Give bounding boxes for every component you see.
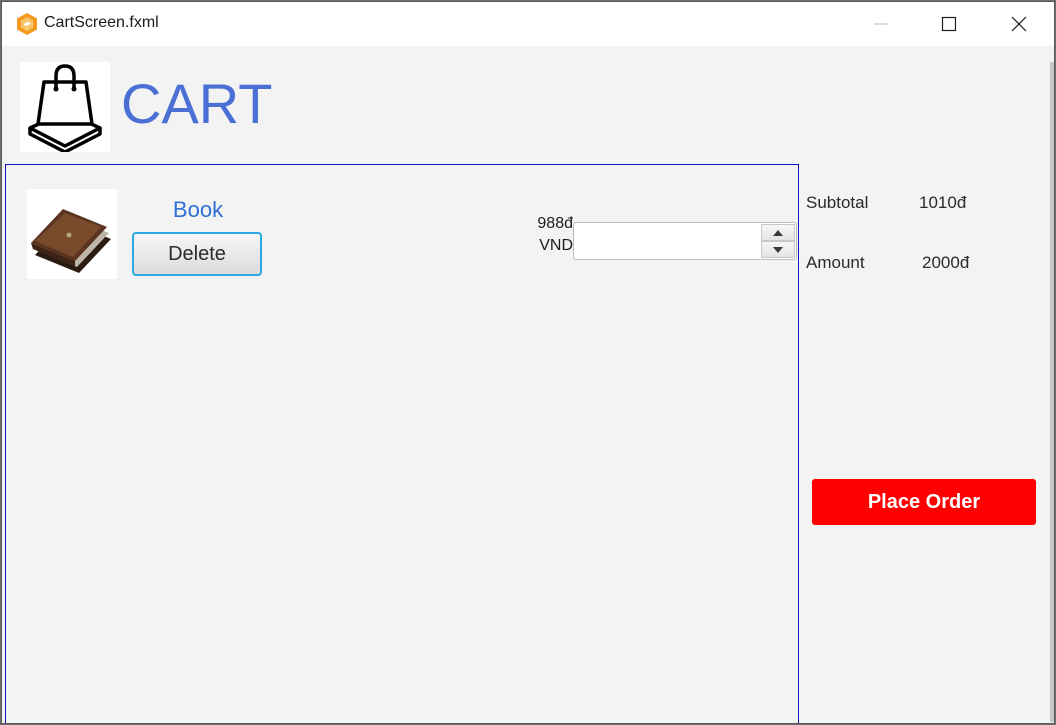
close-icon [1011, 16, 1027, 32]
maximize-icon [941, 16, 957, 32]
app-icon [15, 12, 39, 36]
minimize-button[interactable] [858, 2, 904, 46]
cart-window: CartScreen.fxml CART Book Delete 988đ VN… [1, 1, 1055, 724]
item-price: 988đ VND [511, 213, 573, 257]
page-title: CART [121, 72, 273, 135]
subtotal-value: 1010đ [919, 193, 967, 212]
place-order-button[interactable]: Place Order [812, 479, 1036, 525]
amount-value: 2000đ [922, 253, 970, 272]
increment-button[interactable] [761, 224, 795, 241]
price-value: 988đ [537, 215, 573, 232]
delete-button[interactable]: Delete [132, 232, 262, 276]
scrollbar[interactable] [1050, 62, 1054, 722]
amount-label: Amount [806, 253, 865, 272]
cart-items-panel: Book Delete 988đ VND [5, 164, 799, 723]
quantity-spinner[interactable] [573, 222, 797, 260]
arrow-down-icon [773, 246, 783, 253]
quantity-input[interactable] [576, 225, 760, 259]
subtotal-label: Subtotal [806, 193, 869, 212]
decrement-button[interactable] [761, 241, 795, 258]
price-currency: VND [539, 237, 573, 254]
shopping-bag-icon [20, 62, 110, 154]
arrow-up-icon [773, 229, 783, 236]
item-name: Book [172, 197, 224, 222]
title-bar: CartScreen.fxml [2, 2, 1054, 46]
minimize-icon [874, 23, 888, 25]
window-title: CartScreen.fxml [44, 14, 159, 31]
book-icon [27, 189, 117, 279]
maximize-button[interactable] [926, 2, 972, 46]
close-button[interactable] [996, 2, 1042, 46]
